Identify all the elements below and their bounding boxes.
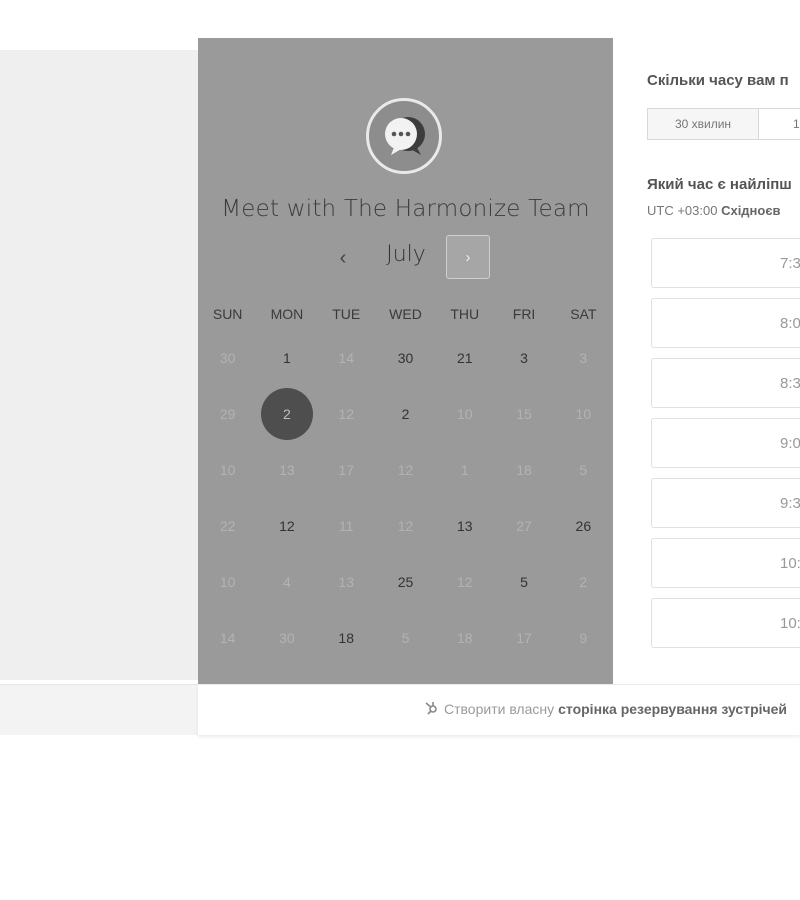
calendar-day[interactable]: 12	[257, 498, 316, 554]
timezone-label[interactable]: UTC +03:00 Східноєв	[647, 203, 781, 218]
duration-option-30[interactable]: 30 хвилин	[647, 108, 759, 140]
calendar-day-unavailable: 30	[279, 630, 295, 646]
time-slot-button[interactable]: 8:3	[651, 358, 800, 408]
calendar-day-unavailable: 17	[338, 462, 354, 478]
calendar-day-unavailable: 10	[219, 574, 236, 590]
duration-question: Скільки часу вам п	[647, 72, 789, 89]
calendar-day-unavailable: 12	[338, 406, 354, 422]
weekday-label: FRI	[512, 306, 536, 322]
calendar-day[interactable]: 3	[494, 330, 553, 386]
calendar-day[interactable]: 18	[317, 610, 376, 666]
footer-bold-text: сторінка резервування зустрічей	[558, 701, 788, 717]
calendar-day-unavailable: 12	[456, 574, 473, 590]
calendar-day-unavailable: 5	[579, 462, 588, 478]
weekday-label: TUE	[332, 306, 361, 322]
calendar-day-unavailable: 4	[283, 574, 291, 590]
calendar-weeks: 30 1 14 30 21 3 3 29 2 12 2 10 15 10 10 13 17 12 1 18 5 22 12 1…	[198, 330, 613, 666]
calendar-day-unavailable: 10	[575, 406, 592, 422]
calendar-day[interactable]: 5	[494, 554, 553, 610]
calendar-day-unavailable: 13	[338, 574, 354, 590]
calendar-day-unavailable: 1	[460, 462, 469, 478]
duration-selector: 30 хвилин 1	[647, 108, 800, 140]
calendar-day[interactable]: 13	[435, 498, 494, 554]
calendar-day-unavailable: 22	[219, 518, 236, 534]
calendar-day[interactable]: 21	[435, 330, 494, 386]
time-slot-button[interactable]: 7:3	[651, 238, 800, 288]
footer-link[interactable]: Створити власну сторінка резервування зу…	[424, 685, 787, 733]
calendar-day-unavailable: 11	[338, 518, 354, 534]
time-slot-button[interactable]: 8:0	[651, 298, 800, 348]
weekday-label: WED	[389, 306, 422, 322]
calendar-panel: Meet with The Harmonize Team ‹ July › SU…	[198, 38, 613, 684]
timezone-name: Східноєв	[721, 203, 781, 218]
weekday-header: SUN MON TUE WED THU FRI SAT	[198, 298, 613, 330]
calendar-day-unavailable: 5	[401, 630, 410, 646]
calendar-day-unavailable: 27	[516, 518, 532, 534]
time-slot-button[interactable]: 10:	[651, 598, 800, 648]
calendar-grid: SUN MON TUE WED THU FRI SAT 30 1 14 30 21 3 3 29 2 12 2 1…	[198, 298, 613, 666]
calendar-day-unavailable: 15	[516, 406, 532, 422]
timezone-offset: UTC +03:00	[647, 203, 718, 218]
time-slot-button[interactable]: 9:0	[651, 418, 800, 468]
calendar-day-unavailable: 3	[579, 350, 588, 366]
background-footer	[0, 684, 198, 735]
calendar-day[interactable]: 30	[376, 330, 435, 386]
footer-text: Створити власну	[444, 701, 555, 717]
calendar-day[interactable]: 1	[257, 330, 316, 386]
background-panel	[0, 50, 198, 680]
calendar-day-unavailable: 2	[579, 574, 588, 590]
time-slot-button[interactable]: 9:3	[651, 478, 800, 528]
time-question: Який час є найліпш	[647, 176, 792, 193]
avatar	[366, 98, 442, 174]
selected-day-number: 2	[260, 388, 313, 440]
calendar-day-unavailable: 18	[516, 462, 532, 478]
calendar-day-selected[interactable]: 2	[257, 386, 316, 442]
weekday-label: MON	[270, 306, 304, 322]
calendar-week-row: 10 4 13 25 12 5 2	[198, 554, 613, 610]
calendar-day-unavailable: 29	[219, 406, 236, 422]
duration-option-2[interactable]: 1	[759, 108, 800, 140]
footer-bar: Створити власну сторінка резервування зу…	[198, 684, 800, 735]
calendar-day[interactable]: 26	[554, 498, 613, 554]
calendar-day-unavailable: 14	[338, 350, 354, 366]
calendar-day-unavailable: 10	[219, 462, 236, 478]
calendar-day-unavailable: 13	[279, 462, 295, 478]
chat-bubble-icon	[385, 117, 425, 155]
time-slot-button[interactable]: 10:	[651, 538, 800, 588]
month-label: July	[386, 242, 426, 267]
prev-month-button[interactable]: ‹	[328, 240, 358, 276]
weekday-label: SAT	[570, 306, 597, 322]
calendar-day[interactable]: 25	[376, 554, 435, 610]
calendar-day-unavailable: 9	[579, 630, 588, 646]
calendar-day-unavailable: 17	[516, 630, 532, 646]
calendar-day-unavailable: 14	[219, 630, 236, 646]
weekday-label: THU	[450, 306, 480, 322]
calendar-week-row: 22 12 11 12 13 27 26	[198, 498, 613, 554]
page-title: Meet with The Harmonize Team	[221, 196, 590, 222]
calendar-week-row: 30 1 14 30 21 3 3	[198, 330, 613, 386]
calendar-day-unavailable: 12	[397, 462, 414, 478]
hubspot-sprocket-icon	[424, 700, 439, 718]
calendar-week-row: 10 13 17 12 1 18 5	[198, 442, 613, 498]
calendar-day-unavailable: 18	[456, 630, 473, 646]
calendar-day-unavailable: 30	[219, 350, 236, 366]
calendar-week-row: 29 2 12 2 10 15 10	[198, 386, 613, 442]
weekday-label: SUN	[212, 306, 243, 322]
calendar-day[interactable]: 2	[376, 386, 435, 442]
calendar-day-unavailable: 10	[456, 406, 473, 422]
next-month-button[interactable]: ›	[446, 235, 490, 279]
booking-panel: Скільки часу вам п 30 хвилин 1 Який час …	[613, 38, 800, 684]
calendar-day-unavailable: 12	[397, 518, 414, 534]
calendar-week-row: 14 30 18 5 18 17 9	[198, 610, 613, 666]
